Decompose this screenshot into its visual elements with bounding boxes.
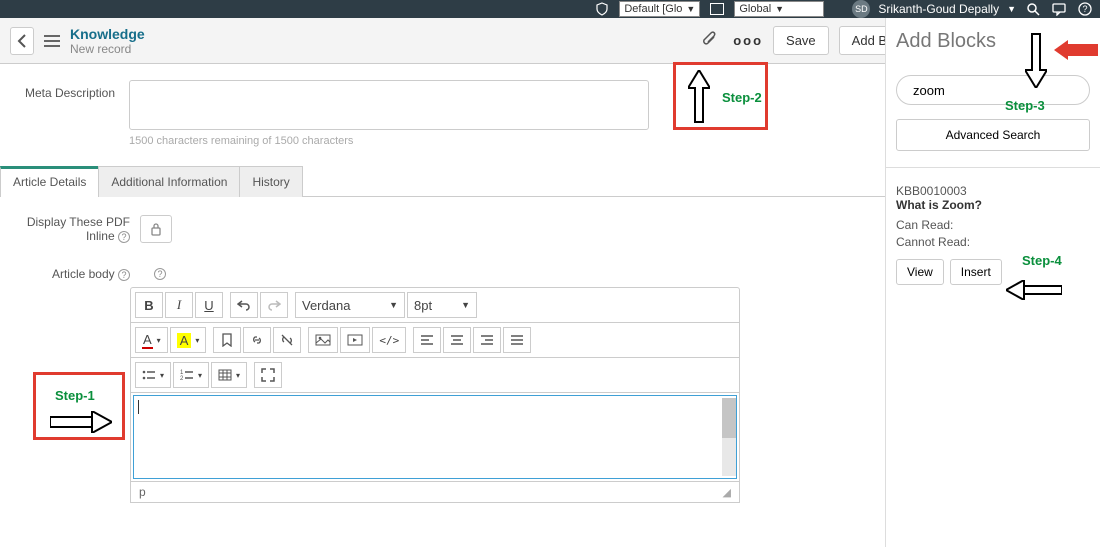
view-button[interactable]: View [896,259,944,285]
annotation-step2-label: Step-2 [722,90,762,105]
editor-toolbar-row2: A▾ A▾ </> [131,323,739,358]
meta-char-counter: 1500 characters remaining of 1500 charac… [129,135,649,147]
page-title-sub: New record [70,42,145,56]
chevron-down-icon: ▼ [686,4,695,14]
article-body-label: Article body ? [20,267,140,281]
scope-select-value: Default [Glo [624,3,682,15]
domain-select-value: Global [739,3,771,15]
undo-button[interactable] [230,292,258,318]
align-left-button[interactable] [413,327,441,353]
help-icon[interactable]: ? [118,269,130,281]
avatar[interactable]: SD [852,0,870,18]
scope-select[interactable]: Default [Glo ▼ [619,1,700,17]
editor-content-area[interactable] [133,395,737,479]
page-title: Knowledge New record [70,26,145,56]
tab-article-details[interactable]: Article Details [0,166,99,197]
chat-icon[interactable] [1050,1,1068,17]
editor-toolbar-row3: ▾ 12▾ ▾ [131,358,739,393]
domain-select[interactable]: Global ▼ [734,1,824,17]
user-name[interactable]: Srikanth-Goud Depally [878,2,999,16]
global-nav-bar: Default [Glo ▼ Global ▼ SD Srikanth-Goud… [0,0,1100,18]
meta-description-row: Meta Description 1500 characters remaini… [0,70,885,151]
layout-icon-glyph [710,3,724,15]
link-button[interactable] [243,327,271,353]
align-right-button[interactable] [473,327,501,353]
page-title-main: Knowledge [70,26,145,42]
annotation-step1-arrow [50,411,112,436]
blocks-search[interactable] [896,75,1090,105]
fullscreen-button[interactable] [254,362,282,388]
help-icon[interactable]: ? [118,231,130,243]
scrollbar-thumb[interactable] [722,398,736,438]
align-center-button[interactable] [443,327,471,353]
code-button[interactable]: </> [372,327,406,353]
save-button[interactable]: Save [773,26,829,55]
resize-handle-icon[interactable]: ◢ [723,486,731,499]
menu-icon[interactable] [44,35,60,47]
annotation-red-arrow [1054,40,1098,63]
align-justify-button[interactable] [503,327,531,353]
scrollbar[interactable] [722,398,736,476]
form-body: Meta Description 1500 characters remaini… [0,64,885,547]
unlink-button[interactable] [273,327,301,353]
rich-text-editor: B I U Verdana▼ 8pt▼ A▾ A▾ </> [130,287,740,503]
attachment-icon[interactable] [697,26,723,55]
table-button[interactable]: ▾ [211,362,247,388]
video-button[interactable] [340,327,370,353]
annotation-step1-label: Step-1 [55,388,95,403]
display-pdf-label: Display These PDF Inline ? [20,215,140,243]
tab-additional-info[interactable]: Additional Information [98,166,240,197]
can-read-label: Can Read: [896,218,1090,232]
bullet-list-button[interactable]: ▾ [135,362,171,388]
editor-status-bar: p ◢ [131,481,739,502]
redo-button[interactable] [260,292,288,318]
font-color-button[interactable]: A▾ [135,327,168,353]
annotation-panel-down-arrow [1025,32,1047,91]
font-family-select[interactable]: Verdana▼ [295,292,405,318]
underline-button[interactable]: U [195,292,223,318]
search-icon[interactable] [1024,1,1042,17]
cannot-read-label: Cannot Read: [896,235,1090,249]
chevron-down-icon: ▼ [775,4,784,14]
display-pdf-row: Display These PDF Inline ? [0,215,885,243]
insert-button[interactable]: Insert [950,259,1002,285]
editor-toolbar-row1: B I U Verdana▼ 8pt▼ [131,288,739,323]
back-button[interactable] [10,27,34,55]
add-blocks-panel: Add Blocks Advanced Search KBB0010003 Wh… [885,18,1100,547]
bold-button[interactable]: B [135,292,163,318]
chevron-down-icon: ▼ [1007,4,1016,14]
blocks-search-input[interactable] [913,83,1089,98]
image-button[interactable] [308,327,338,353]
help-icon[interactable]: ? [154,268,166,280]
editor-path: p [139,485,146,499]
highlight-color-button[interactable]: A▾ [170,327,207,353]
meta-description-label: Meta Description [20,80,115,100]
more-actions-icon[interactable]: ooo [733,33,763,48]
italic-button[interactable]: I [165,292,193,318]
layout-icon[interactable] [708,1,726,17]
lock-icon[interactable] [140,215,172,243]
svg-text:?: ? [1082,4,1087,14]
font-size-select[interactable]: 8pt▼ [407,292,477,318]
tab-history[interactable]: History [239,166,302,197]
annotation-step4-arrow [1006,280,1062,303]
article-body-row: Article body ? ? [0,267,885,281]
result-title[interactable]: What is Zoom? [896,198,1090,212]
annotation-step2-arrow [688,70,710,127]
annotation-step3-label: Step-3 [1005,98,1045,113]
svg-text:2: 2 [180,376,184,381]
meta-description-field[interactable] [129,80,649,130]
shield-icon[interactable] [593,1,611,17]
form-tabs: Article Details Additional Information H… [0,165,885,197]
annotation-step4-label: Step-4 [1022,253,1062,268]
result-id: KBB0010003 [896,184,1090,198]
help-icon[interactable]: ? [1076,1,1094,17]
bookmark-button[interactable] [213,327,241,353]
advanced-search-button[interactable]: Advanced Search [896,119,1090,151]
numbered-list-button[interactable]: 12▾ [173,362,209,388]
